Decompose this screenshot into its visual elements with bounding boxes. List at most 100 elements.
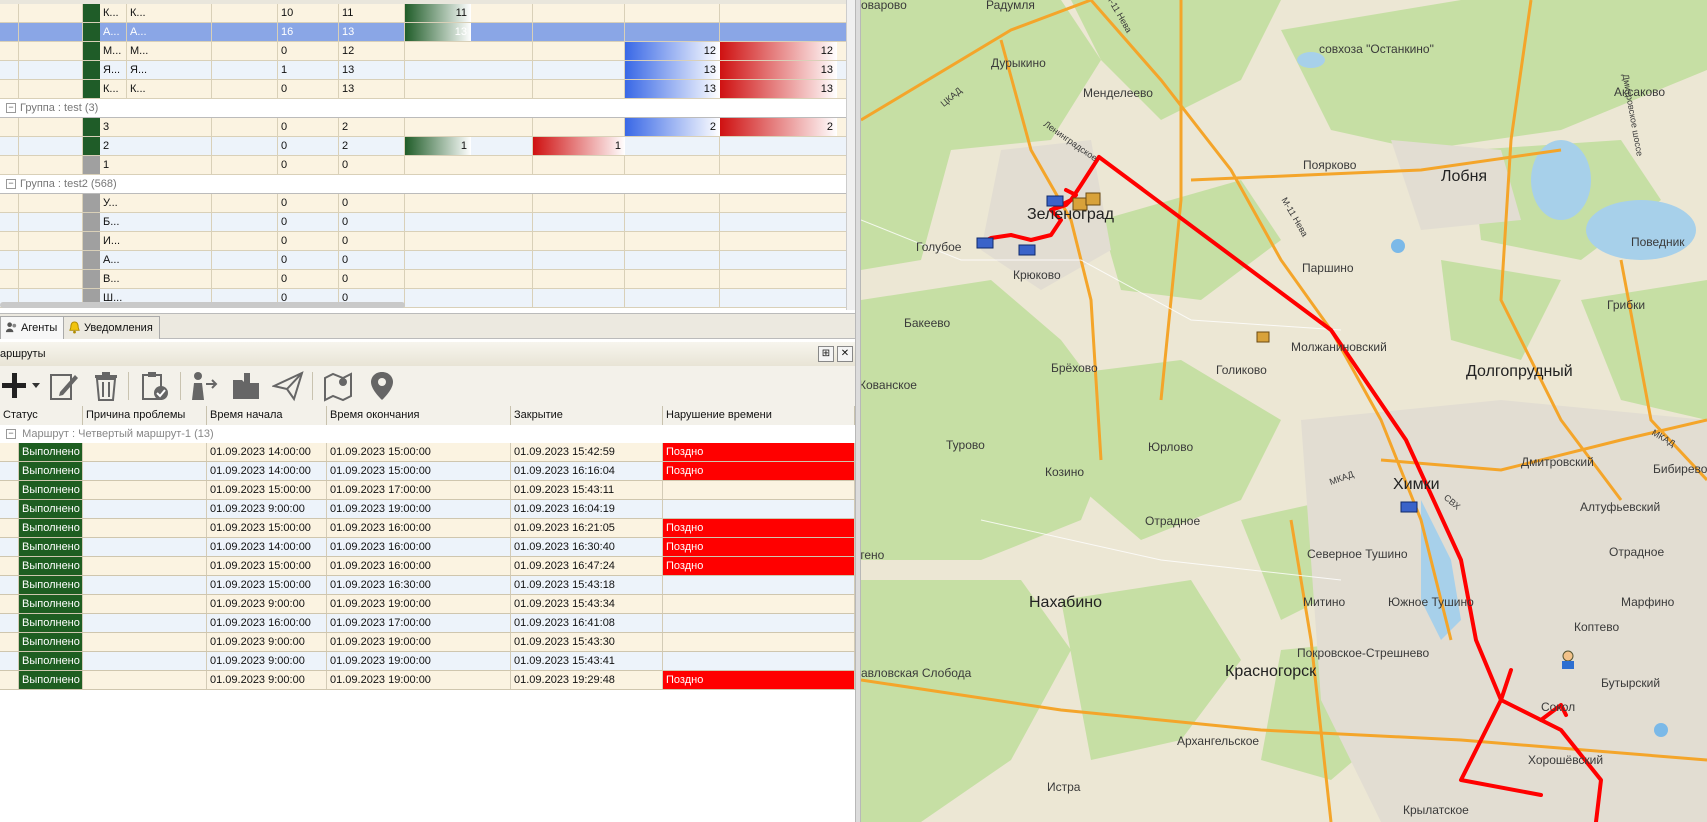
agent-color-swatch: [83, 232, 100, 250]
route-group-row[interactable]: − Маршрут : Четвертый маршрут-1 (13): [0, 425, 855, 444]
agent-value-1: 0: [278, 137, 339, 155]
tab-agents[interactable]: Агенты: [0, 316, 65, 339]
clipboard-check-icon[interactable]: [138, 370, 170, 402]
chevron-down-icon[interactable]: [32, 383, 40, 389]
map-place-label: Архангельское: [1177, 734, 1260, 748]
bottom-tabs: Агенты Уведомления: [0, 313, 855, 339]
map-place-label: Южное Тушино: [1388, 595, 1474, 609]
route-row[interactable]: Выполнено 01.09.2023 9:00:00 01.09.2023 19…: [0, 595, 855, 614]
agent-row[interactable]: И... 0 0: [0, 232, 855, 251]
route-time-violation: [663, 633, 855, 651]
agent-row[interactable]: К... К... 0 13 13 13: [0, 80, 855, 99]
agent-value-2: 13: [339, 61, 405, 79]
agent-row[interactable]: В... 0 0: [0, 270, 855, 289]
row-indent: [19, 156, 83, 174]
route-start-time: 01.09.2023 9:00:00: [207, 633, 327, 651]
col-end-time[interactable]: Время окончания: [327, 406, 511, 425]
agent-row[interactable]: К... К... 10 11 11: [0, 4, 855, 23]
agent-row[interactable]: Б... 0 0: [0, 213, 855, 232]
route-closing-time: 01.09.2023 16:30:40: [511, 538, 663, 556]
row-expander: [0, 156, 19, 174]
edit-icon[interactable]: [48, 370, 80, 402]
agent-bar-col-3: [625, 289, 720, 307]
agents-vertical-scrollbar[interactable]: [846, 0, 855, 310]
agent-group-row[interactable]: − Группа : test (3): [0, 99, 855, 118]
close-button[interactable]: ✕: [837, 346, 853, 362]
tab-notifications[interactable]: Уведомления: [63, 316, 160, 339]
col-start-time[interactable]: Время начала: [207, 406, 327, 425]
agent-row[interactable]: У... 0 0: [0, 194, 855, 213]
route-map-icon[interactable]: [322, 370, 354, 402]
row-indicator: [0, 443, 19, 461]
route-group-label: Маршрут : Четвертый маршрут-1 (13): [22, 428, 214, 440]
col-problem-reason[interactable]: Причина проблемы: [83, 406, 207, 425]
row-indent: [19, 80, 83, 98]
row-indent: [19, 232, 83, 250]
folder-icon[interactable]: [230, 370, 262, 402]
send-icon[interactable]: [272, 370, 304, 402]
collapse-toggle[interactable]: −: [6, 429, 16, 440]
agent-name: К...: [127, 80, 212, 98]
map-view[interactable]: оварово Радумля совхоза "Останкино" Дурыкин…: [861, 0, 1707, 822]
agent-bar-col-3: [625, 23, 720, 41]
col-time-violation[interactable]: Нарушение времени: [663, 406, 855, 425]
agent-name: У...: [100, 194, 212, 212]
agent-bar-col-4: [720, 194, 855, 212]
map-place-label: Бутырский: [1601, 676, 1661, 690]
route-row[interactable]: Выполнено 01.09.2023 9:00:00 01.09.2023 19…: [0, 633, 855, 652]
row-indicator: [0, 519, 19, 537]
assign-agent-icon[interactable]: [188, 370, 220, 402]
route-status: Выполнено: [19, 557, 83, 575]
add-icon[interactable]: [0, 370, 32, 402]
col-status[interactable]: Статус: [0, 406, 83, 425]
route-row[interactable]: Выполнено 01.09.2023 14:00:00 01.09.2023 1…: [0, 443, 855, 462]
route-row[interactable]: Выполнено 01.09.2023 15:00:00 01.09.2023 1…: [0, 576, 855, 595]
route-status: Выполнено: [19, 500, 83, 518]
route-time-violation: [663, 500, 855, 518]
agent-row[interactable]: 30222: [0, 118, 855, 137]
agent-group-label: Группа : test (3): [20, 102, 99, 114]
route-closing-time: 01.09.2023 19:29:48: [511, 671, 663, 689]
map-place-label: Митино: [1303, 595, 1346, 609]
agent-row[interactable]: А... 0 0: [0, 251, 855, 270]
collapse-toggle[interactable]: −: [6, 103, 16, 114]
route-row[interactable]: Выполнено 01.09.2023 9:00:00 01.09.2023 19…: [0, 652, 855, 671]
collapse-toggle[interactable]: −: [6, 179, 16, 190]
route-row[interactable]: Выполнено 01.09.2023 9:00:00 01.09.2023 19…: [0, 671, 855, 690]
route-row[interactable]: Выполнено 01.09.2023 15:00:00 01.09.2023 1…: [0, 519, 855, 538]
row-indent: [19, 118, 83, 136]
route-row[interactable]: Выполнено 01.09.2023 14:00:00 01.09.2023 1…: [0, 538, 855, 557]
route-row[interactable]: Выполнено 01.09.2023 9:00:00 01.09.2023 19…: [0, 500, 855, 519]
route-end-time: 01.09.2023 16:00:00: [327, 538, 511, 556]
agent-group-row[interactable]: − Группа : test2 (568): [0, 175, 855, 194]
route-problem-reason: [83, 519, 207, 537]
route-end-time: 01.09.2023 19:00:00: [327, 633, 511, 651]
delete-icon[interactable]: [90, 370, 122, 402]
route-row[interactable]: Выполнено 01.09.2023 16:00:00 01.09.2023 1…: [0, 614, 855, 633]
agents-horizontal-scrollbar[interactable]: [0, 302, 405, 308]
agent-bar-col-4: [720, 4, 855, 22]
route-row[interactable]: Выполнено 01.09.2023 15:00:00 01.09.2023 1…: [0, 557, 855, 576]
route-row[interactable]: Выполнено 01.09.2023 15:00:00 01.09.2023 1…: [0, 481, 855, 500]
route-time-violation: Поздно: [663, 671, 855, 689]
location-pin-icon[interactable]: [366, 370, 398, 402]
pin-button[interactable]: ⊞: [818, 346, 834, 362]
row-expander: [0, 80, 19, 98]
route-time-violation: Поздно: [663, 557, 855, 575]
agent-row[interactable]: 20211: [0, 137, 855, 156]
route-row[interactable]: Выполнено 01.09.2023 14:00:00 01.09.2023 1…: [0, 462, 855, 481]
agent-value-2: 0: [339, 156, 405, 174]
col-closing[interactable]: Закрытие: [511, 406, 663, 425]
map-canvas[interactable]: [861, 0, 1707, 822]
agent-bar-col-2: [533, 23, 625, 41]
agent-row[interactable]: Я... Я... 1 13 13 13: [0, 61, 855, 80]
map-place-label: Козино: [1045, 465, 1085, 479]
agent-row[interactable]: М... М... 0 12 12 12: [0, 42, 855, 61]
route-start-time: 01.09.2023 15:00:00: [207, 557, 327, 575]
row-expander: [0, 213, 19, 231]
agent-row[interactable]: 1 00: [0, 156, 855, 175]
route-end-time: 01.09.2023 19:00:00: [327, 671, 511, 689]
agent-row[interactable]: А... А... 16 13 13: [0, 23, 855, 42]
left-panel: К... К... 10 11 11 А... А... 16 13 13 М... М... 0 12 1…: [0, 0, 855, 822]
agent-value-2: 2: [339, 118, 405, 136]
